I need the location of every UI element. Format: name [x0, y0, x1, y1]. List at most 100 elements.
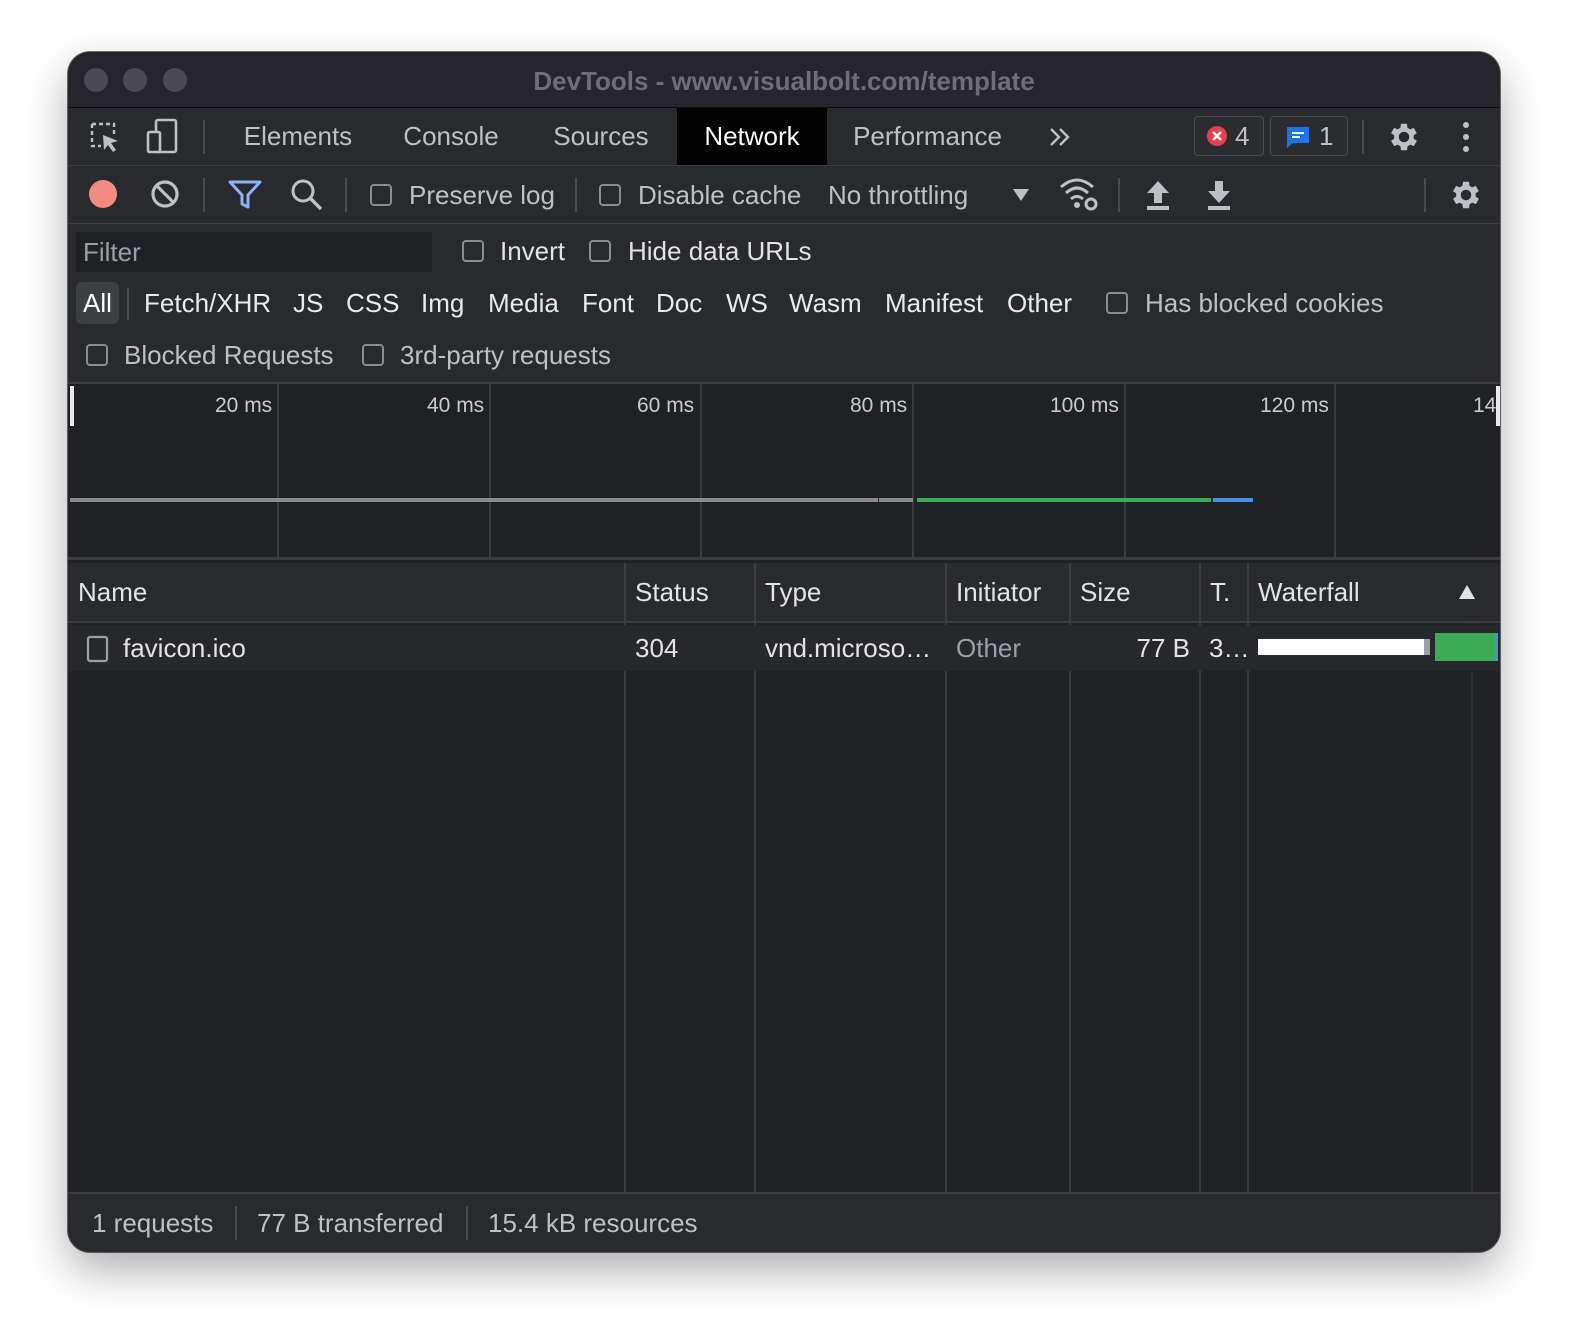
overview-tick-label: 20 ms	[215, 394, 273, 417]
window-title: DevTools - www.visualbolt.com/template	[533, 66, 1035, 96]
preserve-log-checkbox[interactable]	[370, 184, 392, 206]
column-header-size[interactable]: Size	[1070, 563, 1200, 621]
column-header-initiator[interactable]: Initiator	[946, 563, 1070, 621]
overview-tick	[700, 384, 702, 560]
request-type: vnd.microso…	[765, 633, 932, 663]
type-filter-js[interactable]: JS	[293, 288, 323, 319]
invert-checkbox[interactable]	[462, 240, 484, 262]
import-har-icon[interactable]	[1144, 178, 1172, 212]
type-filter-css[interactable]: CSS	[346, 288, 399, 319]
main-tab-bar: Elements Console Sources Network Perform…	[68, 108, 1500, 166]
overview-tick	[277, 384, 279, 560]
message-icon	[1287, 127, 1309, 148]
type-filter-img[interactable]: Img	[421, 288, 464, 319]
waterfall-download-bar	[1495, 633, 1498, 661]
filter-input[interactable]	[76, 232, 432, 272]
overview-tick	[489, 384, 491, 560]
tab-performance[interactable]: Performance	[827, 108, 1028, 165]
request-status: 304	[635, 633, 679, 663]
type-filter-other[interactable]: Other	[1007, 288, 1072, 319]
overview-tick	[912, 384, 914, 560]
errors-badge[interactable]: 4	[1194, 116, 1264, 156]
tab-bar-divider	[1362, 120, 1364, 154]
error-icon	[1207, 126, 1227, 146]
export-har-icon[interactable]	[1205, 178, 1233, 212]
requests-table-header: Name Status Type Initiator Size T. Water…	[68, 563, 1500, 623]
tab-sources[interactable]: Sources	[526, 108, 676, 165]
disable-cache-checkbox[interactable]	[599, 184, 621, 206]
overview-download-bar	[1213, 498, 1253, 502]
column-header-waterfall[interactable]: Waterfall	[1248, 563, 1448, 621]
hide-data-urls-label: Hide data URLs	[628, 236, 812, 266]
devtools-window: DevTools - www.visualbolt.com/template E…	[68, 52, 1500, 1252]
more-tabs-chevron-icon[interactable]	[1048, 126, 1072, 148]
status-divider	[235, 1206, 237, 1240]
toolbar-divider	[203, 178, 205, 212]
overview-right-handle[interactable]	[1496, 386, 1500, 426]
throttling-select[interactable]: No throttling	[828, 180, 968, 211]
column-header-status[interactable]: Status	[625, 563, 755, 621]
more-options-icon[interactable]	[1458, 120, 1474, 154]
column-header-type[interactable]: Type	[755, 563, 946, 621]
type-filter-all[interactable]: All	[76, 282, 119, 324]
requests-count: 1 requests	[92, 1208, 214, 1238]
has-blocked-cookies-label: Has blocked cookies	[1145, 288, 1384, 318]
throttling-dropdown-icon[interactable]	[1012, 188, 1030, 202]
column-header-time[interactable]: T.	[1200, 563, 1248, 621]
overview-tick-label: 80 ms	[850, 394, 908, 417]
document-icon	[86, 635, 109, 663]
type-filter-manifest[interactable]: Manifest	[885, 288, 983, 319]
inspect-element-icon[interactable]	[88, 120, 122, 154]
overview-tick-label: 40 ms	[427, 394, 485, 417]
preserve-log-label: Preserve log	[409, 180, 555, 210]
request-size: 77 B	[1136, 633, 1191, 663]
settings-gear-icon[interactable]	[1386, 119, 1422, 155]
errors-count: 4	[1235, 121, 1250, 151]
request-name[interactable]: favicon.ico	[123, 625, 618, 671]
toolbar-divider	[345, 178, 347, 212]
type-filter-ws[interactable]: WS	[726, 288, 768, 319]
type-filter-media[interactable]: Media	[488, 288, 559, 319]
title-bar: DevTools - www.visualbolt.com/template	[68, 52, 1500, 108]
column-header-name[interactable]: Name	[68, 563, 625, 621]
network-toolbar: Preserve log Disable cache No throttling	[68, 166, 1500, 224]
blocked-requests-label: Blocked Requests	[124, 340, 334, 370]
overview-stalled-bar	[879, 498, 913, 502]
transferred-size: 77 B transferred	[257, 1208, 444, 1238]
clear-icon[interactable]	[150, 179, 180, 209]
messages-badge[interactable]: 1	[1270, 116, 1348, 156]
tab-bar-divider	[203, 120, 205, 154]
network-settings-gear-icon[interactable]	[1448, 177, 1484, 213]
blocked-requests-checkbox[interactable]	[86, 344, 108, 366]
search-icon[interactable]	[290, 178, 324, 212]
third-party-requests-checkbox[interactable]	[362, 344, 384, 366]
network-conditions-icon[interactable]	[1058, 176, 1100, 212]
filter-icon[interactable]	[228, 179, 262, 211]
waterfall-stalled-bar	[1424, 639, 1430, 655]
request-initiator: Other	[956, 633, 1022, 663]
status-divider	[466, 1206, 468, 1240]
overview-tick	[1124, 384, 1126, 560]
status-bar: 1 requests 77 B transferred 15.4 kB reso…	[68, 1192, 1500, 1252]
resources-size: 15.4 kB resources	[488, 1208, 698, 1238]
timeline-overview[interactable]: 20 ms 40 ms 60 ms 80 ms 100 ms 120 ms 14	[68, 384, 1500, 560]
overview-tick-label: 120 ms	[1260, 394, 1329, 417]
has-blocked-cookies-checkbox[interactable]	[1106, 292, 1128, 314]
tab-console[interactable]: Console	[376, 108, 526, 165]
overview-left-handle[interactable]	[70, 386, 74, 426]
type-filter-font[interactable]: Font	[582, 288, 634, 319]
table-row[interactable]: favicon.ico 304 vnd.microso… Other 77 B …	[68, 625, 1500, 671]
invert-label: Invert	[500, 236, 566, 266]
waterfall-waiting-bar	[1435, 633, 1495, 661]
tab-elements[interactable]: Elements	[220, 108, 376, 165]
overview-queued-bar	[70, 498, 878, 502]
type-filter-fetch-xhr[interactable]: Fetch/XHR	[144, 288, 271, 319]
tab-network[interactable]: Network	[677, 108, 827, 165]
type-filter-doc[interactable]: Doc	[656, 288, 702, 319]
record-icon[interactable]	[88, 179, 118, 209]
device-toolbar-icon[interactable]	[146, 118, 180, 156]
hide-data-urls-checkbox[interactable]	[589, 240, 611, 262]
sort-ascending-icon[interactable]	[1458, 584, 1476, 600]
third-party-requests-label: 3rd-party requests	[400, 340, 611, 370]
type-filter-wasm[interactable]: Wasm	[789, 288, 862, 319]
